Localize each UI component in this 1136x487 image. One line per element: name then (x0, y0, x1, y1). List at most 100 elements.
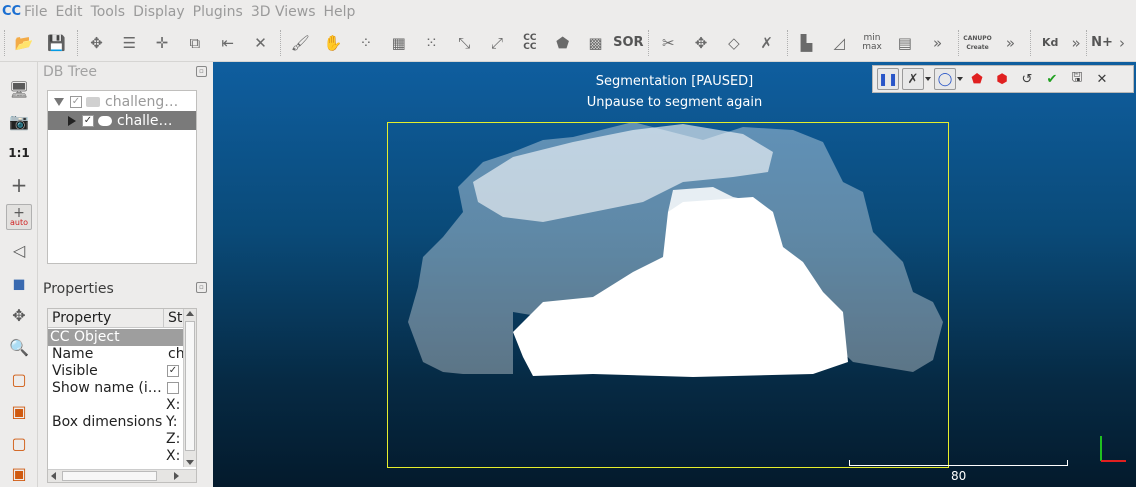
merge-icon[interactable]: ⇤ (215, 30, 241, 56)
tree-item-checkbox[interactable]: ✓ (82, 114, 94, 127)
save-icon[interactable]: 💾 (44, 30, 70, 56)
view-back-icon[interactable]: ▣ (6, 460, 32, 486)
minmax-icon[interactable]: min max (859, 30, 885, 56)
view-top-icon[interactable]: ▢ (6, 366, 32, 392)
scroll-down-icon[interactable] (186, 460, 194, 465)
zoom-1to1-button[interactable]: 1:1 (6, 140, 32, 166)
zoom-icon[interactable]: 🔍 (6, 334, 32, 360)
menu-help[interactable]: Help (323, 4, 355, 20)
show-name-checkbox[interactable] (167, 382, 179, 394)
view-front-icon[interactable]: ▣ (6, 398, 32, 424)
hand-icon[interactable]: ✋ (320, 30, 346, 56)
scissors-icon[interactable]: ✂ (655, 30, 681, 56)
expand-arrow-icon[interactable] (54, 97, 64, 106)
export-button[interactable]: 🖫 (1066, 68, 1088, 90)
plot-icon[interactable]: ◿ (826, 30, 852, 56)
pivot-icon[interactable]: + (6, 172, 32, 198)
scroll-thumb[interactable] (185, 321, 195, 451)
menu-file[interactable]: File (24, 4, 47, 20)
menu-edit[interactable]: Edit (55, 4, 82, 20)
pick-point-icon[interactable]: ✥ (84, 30, 110, 56)
cloud-distance-icon[interactable]: ⤢ (484, 30, 510, 56)
kd-tree-icon[interactable]: Kd (1037, 30, 1063, 56)
menu-3d-views[interactable]: 3D Views (251, 4, 316, 20)
collapse-arrow-icon[interactable] (68, 115, 76, 126)
calculator-icon[interactable]: ▤ (892, 30, 918, 56)
menu-display[interactable]: Display (133, 4, 185, 20)
float-panel-icon[interactable]: ▫ (196, 66, 207, 77)
export-icon: 🖫 (1071, 70, 1083, 85)
axis-trihedron-icon (1100, 436, 1126, 462)
cancel-icon: ✕ (1096, 71, 1108, 87)
normals-icon[interactable]: N+ (1091, 30, 1113, 56)
chevron-down-icon[interactable] (925, 77, 931, 81)
menu-tools[interactable]: Tools (91, 4, 126, 20)
noise-filter-icon[interactable]: ⁙ (419, 30, 445, 56)
properties-table[interactable]: Property Sta CC Object Name ch Visible ✓… (47, 308, 197, 483)
cloud-compare-icon[interactable]: CC CC (517, 30, 543, 56)
menu-plugins[interactable]: Plugins (193, 4, 243, 20)
column-header-property[interactable]: Property (48, 309, 164, 328)
checker-icon[interactable]: ▩ (583, 30, 609, 56)
list-icon[interactable]: ☰ (116, 30, 142, 56)
segment-out-icon: ⬢ (996, 71, 1008, 87)
sor-filter-icon[interactable]: SOR (613, 30, 643, 56)
horizontal-scrollbar[interactable] (48, 469, 196, 482)
menu-bar: CC File Edit Tools Display Plugins 3D Vi… (0, 0, 1136, 24)
db-tree-view[interactable]: ✓ challeng… ✓ challe… (47, 90, 197, 264)
fit-icon[interactable]: ✗ (754, 30, 780, 56)
tree-item-checkbox[interactable]: ✓ (70, 95, 82, 108)
translate-icon[interactable]: ✛ (149, 30, 175, 56)
toolbar-overflow-3[interactable]: » (1070, 30, 1082, 56)
dimension-x-label: X: (166, 448, 181, 464)
chevron-down-icon[interactable] (957, 77, 963, 81)
scroll-thumb[interactable] (62, 471, 157, 481)
cancel-button[interactable]: ✕ (1091, 68, 1113, 90)
lasso-button[interactable]: ◯ (934, 68, 956, 90)
polyline-button[interactable]: ✗ (902, 68, 924, 90)
segment-in-button[interactable]: ⬟ (966, 68, 988, 90)
canupo-icon[interactable]: CANUPO Create (963, 30, 991, 56)
3d-view[interactable]: Segmentation [PAUSED] Unpause to segment… (213, 62, 1136, 487)
monitor-icon[interactable]: 🖥 (6, 76, 32, 102)
subsample-icon[interactable]: ⁘ (353, 30, 379, 56)
tree-item[interactable]: ✓ challeng… (48, 92, 196, 111)
tree-item-label: challe… (117, 112, 173, 129)
grid-sample-icon[interactable]: ▦ (386, 30, 412, 56)
toolbar-overflow-2[interactable]: » (998, 30, 1024, 56)
scroll-left-icon[interactable] (51, 472, 56, 480)
table-row: Box dimensions X: Y: Z: X: (48, 397, 184, 465)
mesh-icon[interactable]: ⬟ (550, 30, 576, 56)
tree-item-selected[interactable]: ✓ challe… (48, 111, 196, 130)
visible-checkbox[interactable]: ✓ (167, 365, 179, 377)
confirm-button[interactable]: ✔ (1041, 68, 1063, 90)
rotate-pivot-icon[interactable]: ✥ (6, 302, 32, 328)
view-left-icon[interactable]: ▢ (6, 430, 32, 456)
toolbar-separator (957, 29, 960, 56)
open-icon[interactable]: 📂 (11, 30, 37, 56)
vertical-scrollbar[interactable] (183, 309, 196, 467)
toolbar-overflow-1[interactable]: » (925, 30, 951, 56)
scroll-right-icon[interactable] (174, 472, 179, 480)
segment-out-button[interactable]: ⬢ (991, 68, 1013, 90)
delete-icon[interactable]: ✕ (248, 30, 274, 56)
reset-button[interactable]: ↺ (1016, 68, 1038, 90)
align-icon[interactable]: ⧉ (182, 30, 208, 56)
float-panel-icon[interactable]: ▫ (196, 282, 207, 293)
scroll-up-icon[interactable] (186, 311, 194, 316)
toolbar-separator (1086, 29, 1088, 56)
camera-icon[interactable]: 📷 (6, 108, 32, 134)
plane-icon[interactable]: ◇ (721, 30, 747, 56)
distance-icon[interactable]: ⤡ (451, 30, 477, 56)
cube-icon[interactable]: ◼ (6, 270, 32, 296)
column-header-state[interactable]: Sta (164, 309, 191, 328)
perspective-icon[interactable]: ◁ (6, 237, 32, 263)
histogram-icon[interactable]: ▙ (794, 30, 820, 56)
auto-pivot-button[interactable]: + auto (6, 204, 32, 230)
point-cloud-icon (98, 115, 112, 126)
brush-icon[interactable]: 🖌 (287, 30, 313, 56)
dimension-z-label: Z: (166, 431, 181, 447)
move-icon[interactable]: ✥ (688, 30, 714, 56)
pause-button[interactable]: ❚❚ (877, 68, 899, 90)
toolbar-extend-icon[interactable]: › (1115, 30, 1129, 56)
